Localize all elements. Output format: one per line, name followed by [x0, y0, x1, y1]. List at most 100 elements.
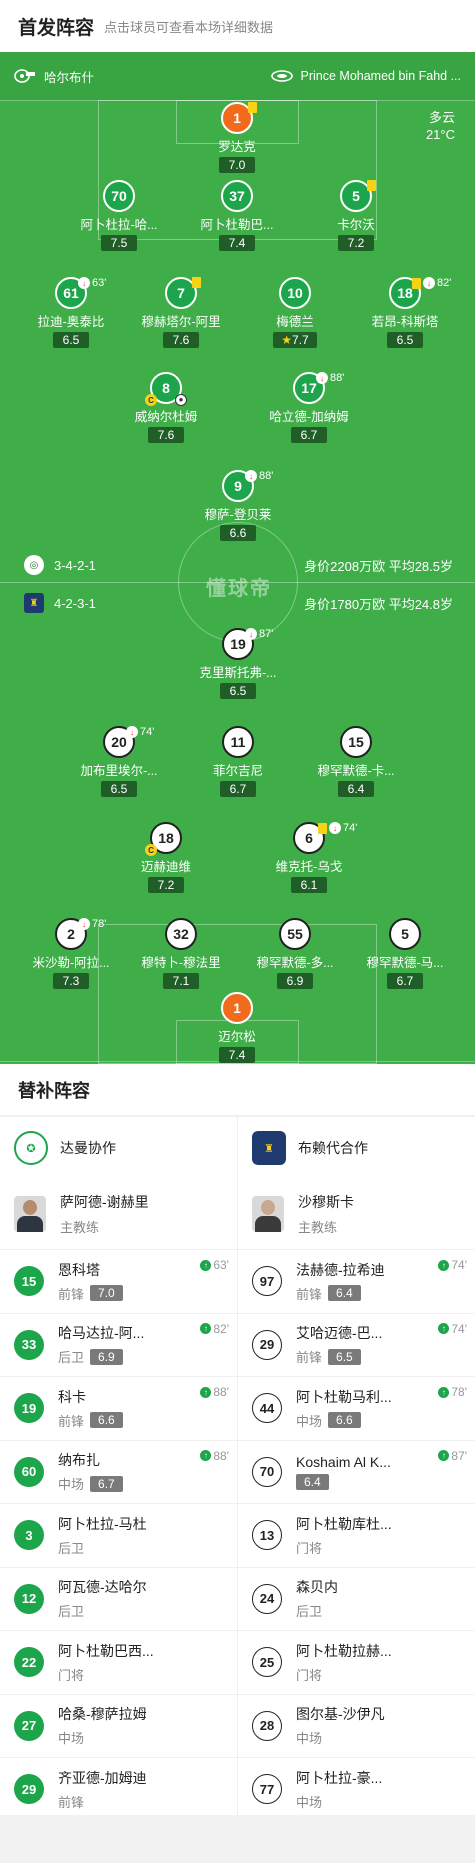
- sub-position: 前锋: [296, 1350, 323, 1366]
- sub-name: 森贝内: [296, 1579, 338, 1596]
- away-sub-13[interactable]: 13 阿卜杜勒库杜... 门将: [238, 1503, 475, 1567]
- home-player-10[interactable]: 10 梅德兰 ★7.7: [240, 277, 350, 349]
- away-sub-24[interactable]: 24 森贝内 后卫: [238, 1566, 475, 1631]
- home-player-37[interactable]: 37 阿卜杜勒巴... 7.4: [182, 180, 292, 252]
- sub-name: 阿卜杜勒拉赫...: [296, 1642, 392, 1659]
- sub-number: 13: [252, 1520, 282, 1551]
- home-player-70[interactable]: 70 阿卜杜拉-哈... 7.5: [64, 180, 174, 252]
- away-sub-97[interactable]: 97 法赫德-拉希迪 前锋 6.4 ↑ 74': [238, 1249, 475, 1313]
- sub-badge: ↓ 74': [329, 822, 357, 834]
- player-name: 阿卜杜勒巴...: [200, 218, 274, 232]
- sub-on-time: 74': [451, 1258, 467, 1272]
- sub-position: 前锋: [58, 1413, 85, 1429]
- away-player-1[interactable]: 1 迈尔松 7.4: [182, 992, 292, 1064]
- sub-number: 77: [252, 1774, 282, 1805]
- home-sub-19[interactable]: 19 科卡 前锋 6.6 ↑ 88': [0, 1376, 237, 1440]
- away-value: 身价1780万欧 平均24.8岁: [304, 596, 453, 612]
- home-sub-60[interactable]: 60 纳布扎 中场 6.7 ↑ 88': [0, 1439, 237, 1504]
- home-player-18[interactable]: 18 ↓ 82' 若昂-科斯塔 6.5: [350, 277, 460, 349]
- home-sub-22[interactable]: 22 阿卜杜勒巴西... 门将: [0, 1630, 237, 1694]
- coach-role: 主教练: [298, 1220, 338, 1235]
- away-sub-28[interactable]: 28 图尔基-沙伊凡 中场: [238, 1693, 475, 1758]
- sub-name: 哈马达拉-阿...: [58, 1325, 145, 1342]
- yellow-card-icon: [248, 102, 257, 113]
- player-name: 罗达克: [218, 140, 256, 154]
- sub-name: 纳布扎: [58, 1452, 100, 1469]
- sub-name: 齐亚德-加姆迪: [58, 1769, 147, 1786]
- lineup-title: 首发阵容: [18, 17, 95, 39]
- sub-position: 前锋: [58, 1286, 85, 1302]
- home-sub-3[interactable]: 3 阿卜杜拉-马杜 后卫: [0, 1503, 237, 1567]
- home-sub-12[interactable]: 12 阿瓦德-达哈尔 后卫: [0, 1566, 237, 1631]
- sub-number: 29: [14, 1774, 44, 1805]
- sub-rating: 6.4: [328, 1285, 361, 1302]
- sub-number: 97: [252, 1266, 282, 1297]
- player-rating: 7.5: [101, 235, 137, 251]
- sub-rating: 7.0: [90, 1285, 123, 1302]
- player-rating: 6.1: [291, 877, 327, 893]
- player-rating: 6.9: [277, 973, 313, 989]
- home-sub-33[interactable]: 33 哈马达拉-阿... 后卫 6.9 ↑ 82': [0, 1312, 237, 1377]
- sub-rating: 6.9: [90, 1348, 123, 1365]
- away-player-2[interactable]: 2 ↓ 78' 米沙勒-阿拉... 7.3: [16, 918, 126, 990]
- away-player-19[interactable]: 19 ↓ 87' 克里斯托弗-... 6.5: [183, 628, 293, 700]
- away-player-20[interactable]: 20 ↓ 74' 加布里埃尔-... 6.5: [64, 726, 174, 798]
- away-club-row[interactable]: ♜ 布赖代合作: [238, 1117, 475, 1179]
- player-rating: 6.7: [291, 427, 327, 443]
- goal-ball-icon: ●: [175, 394, 187, 406]
- captain-badge: C: [145, 394, 157, 406]
- home-player-61[interactable]: 61 ↓ 63' 拉迪-奥泰比 6.5: [16, 277, 126, 349]
- home-player-8[interactable]: 8 C ● 威纳尔杜姆 7.6: [111, 372, 221, 444]
- player-name: 穆罕默德-卡...: [317, 764, 395, 778]
- away-player-11[interactable]: 11 菲尔吉尼 6.7: [183, 726, 293, 798]
- away-player-6[interactable]: 6 ↓ 74' 维克托-乌戈 6.1: [254, 822, 364, 894]
- star-icon: ★: [281, 333, 293, 347]
- home-coach-row[interactable]: 萨阿德-谢赫里 主教练: [0, 1179, 237, 1249]
- away-sub-77[interactable]: 77 阿卜杜拉-豪... 中场: [238, 1757, 475, 1821]
- player-number: 11: [222, 726, 254, 758]
- sub-on-time: 87': [451, 1448, 467, 1463]
- home-formation: 3-4-2-1: [54, 557, 96, 573]
- away-player-32[interactable]: 32 穆特卜-穆法里 7.1: [126, 918, 236, 990]
- sub-off-icon: ↓: [126, 726, 138, 738]
- sub-time: 88': [259, 470, 274, 482]
- away-sub-44[interactable]: 44 阿卜杜勒马利... 中场 6.6 ↑ 78': [238, 1376, 475, 1440]
- away-sub-70[interactable]: 70 Koshaim Al K... 6.4 ↑ 87': [238, 1439, 475, 1504]
- home-subs-column: ✪ 达曼协作 萨阿德-谢赫里 主教练 15 恩科塔 前锋 7.0 ↑ 63' 33 …: [0, 1117, 237, 1815]
- sub-badge: ↓ 78': [78, 918, 106, 930]
- away-player-15[interactable]: 15 穆罕默德-卡... 6.4: [301, 726, 411, 798]
- sub-on-time: 78': [451, 1385, 467, 1399]
- home-sub-27[interactable]: 27 哈桑-穆萨拉姆 中场: [0, 1693, 237, 1758]
- home-player-5[interactable]: 5 卡尔沃 7.2: [301, 180, 411, 252]
- player-name: 穆萨-登贝莱: [204, 508, 272, 522]
- sub-number: 70: [252, 1456, 282, 1487]
- home-formation-row: ◎ 3-4-2-1 身价2208万欧 平均28.5岁: [0, 555, 475, 575]
- away-sub-25[interactable]: 25 阿卜杜勒拉赫... 门将: [238, 1630, 475, 1694]
- home-player-7[interactable]: 7 穆赫塔尔-阿里 7.6: [126, 277, 236, 349]
- away-player-5[interactable]: 5 穆罕默德-马... 6.7: [350, 918, 460, 990]
- player-number: 5: [389, 918, 421, 950]
- home-club-logo-icon: ✪: [14, 1131, 48, 1165]
- home-club-row[interactable]: ✪ 达曼协作: [0, 1117, 237, 1179]
- home-sub-15[interactable]: 15 恩科塔 前锋 7.0 ↑ 63': [0, 1249, 237, 1313]
- player-rating: 7.0: [219, 157, 255, 173]
- away-player-55[interactable]: 55 穆罕默德-多... 6.9: [240, 918, 350, 990]
- home-player-17[interactable]: 17 ↓ 88' 哈立德-加纳姆 6.7: [254, 372, 364, 444]
- sub-rating: 6.6: [90, 1412, 123, 1429]
- player-name: 穆特卜-穆法里: [141, 956, 221, 970]
- away-sub-29[interactable]: 29 艾哈迈德-巴... 前锋 6.5 ↑ 74': [238, 1312, 475, 1377]
- home-player-1[interactable]: 1 罗达克 7.0: [182, 102, 292, 174]
- sub-name: 阿卜杜勒巴西...: [58, 1642, 154, 1659]
- player-name: 阿卜杜拉-哈...: [80, 218, 158, 232]
- coach-avatar: [252, 1196, 284, 1232]
- sub-rating: 6.7: [90, 1475, 123, 1492]
- sub-name: Koshaim Al K...: [296, 1453, 391, 1470]
- player-name: 克里斯托弗-...: [199, 666, 277, 680]
- away-coach-row[interactable]: 沙穆斯卡 主教练: [238, 1179, 475, 1249]
- home-sub-29[interactable]: 29 齐亚德-加姆迪 前锋: [0, 1757, 237, 1821]
- player-rating: 7.4: [219, 235, 255, 251]
- sub-name: 阿卜杜勒马利...: [296, 1388, 392, 1405]
- away-player-18[interactable]: 18 C 迈赫迪维 7.2: [111, 822, 221, 894]
- home-player-9[interactable]: 9 ↓ 88' 穆萨-登贝莱 6.6: [183, 470, 293, 542]
- sub-position: 后卫: [58, 1350, 85, 1366]
